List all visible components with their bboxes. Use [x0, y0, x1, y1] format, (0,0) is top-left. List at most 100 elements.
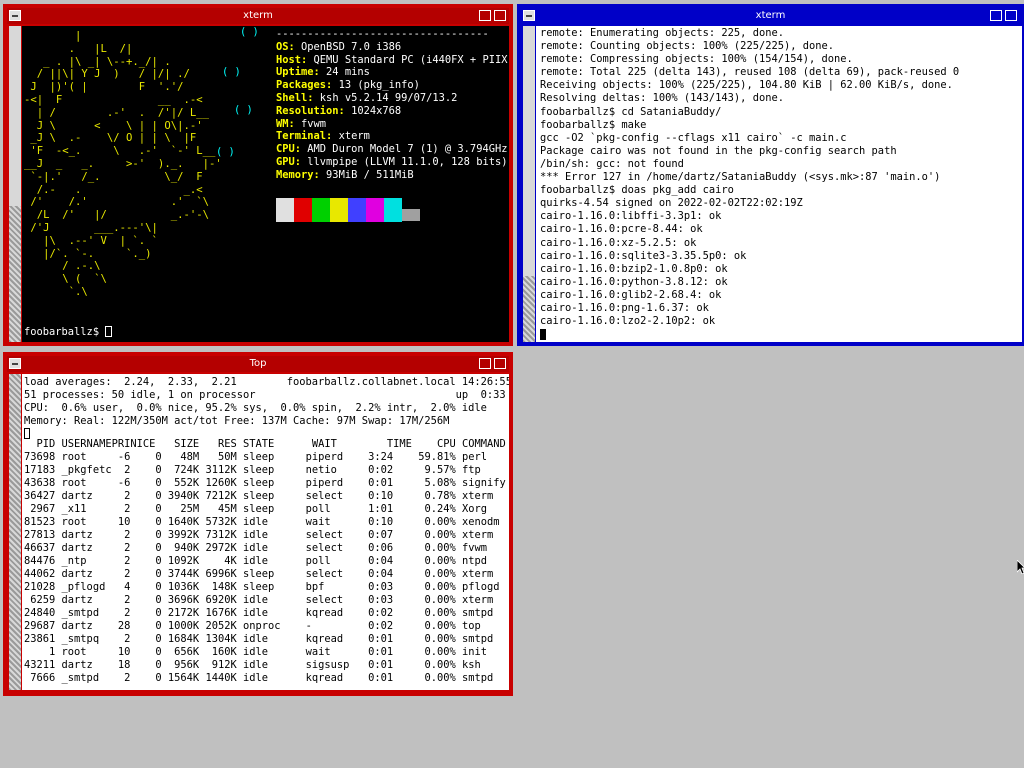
neofetch-key: Resolution:	[276, 104, 345, 117]
table-row: 46637 dartz 2 0 940K 2972K idle select 0…	[24, 542, 506, 555]
table-cell: 0.00%	[411, 529, 456, 541]
maximize-icon[interactable]	[494, 10, 506, 21]
table-cell: 7312K	[199, 529, 237, 541]
top-terminal[interactable]: load averages: 2.24, 2.33, 2.21 foobarba…	[22, 374, 509, 690]
top-summary-line: 51 processes: 50 idle, 1 on processor up…	[24, 389, 506, 401]
table-cell: 0	[130, 516, 162, 528]
color-swatch	[330, 198, 348, 222]
top-scrollbar[interactable]	[9, 374, 21, 690]
column-header: USERNAME	[55, 438, 112, 450]
table-cell: 24840	[24, 607, 56, 619]
terminal-line: cairo-1.16.0:sqlite3-3.35.5p0: ok	[540, 249, 747, 262]
table-cell: 27813	[24, 529, 56, 541]
table-row: 17183 _pkgfetc 2 0 724K 3112K sleep neti…	[24, 464, 506, 477]
minimize-icon[interactable]	[479, 358, 491, 369]
table-cell: 3940K	[161, 490, 200, 502]
window-menu-icon[interactable]	[9, 10, 21, 21]
table-cell: 0.00%	[411, 659, 456, 671]
neofetch-value: QEMU Standard PC (i440FX + PIIX	[307, 53, 508, 66]
table-cell: 2	[111, 633, 131, 645]
table-cell: 1	[24, 646, 56, 658]
table-cell: 0.00%	[411, 516, 456, 528]
table-cell: 1440K	[199, 672, 237, 684]
scrollbar-thumb[interactable]	[9, 206, 21, 342]
sparkle-2: ( )	[222, 66, 241, 78]
table-cell: 0:04	[355, 568, 394, 580]
table-cell: _pflogd	[55, 581, 112, 593]
table-cell: 0.00%	[411, 646, 456, 658]
table-cell: 0.00%	[411, 672, 456, 684]
table-cell: 0:01	[355, 477, 394, 489]
table-cell: 2	[111, 464, 131, 476]
xterm-left-window[interactable]: xterm | . |L /| _ . |\ _| \--+._/| . / |…	[3, 4, 513, 346]
table-cell: sleep	[236, 451, 287, 463]
table-cell: 5.08%	[411, 477, 456, 489]
table-cell: ksh	[455, 659, 481, 671]
top-summary-line: CPU: 0.6% user, 0.0% nice, 95.2% sys, 0.…	[24, 402, 487, 414]
table-cell: 7666	[24, 672, 56, 684]
table-cell: 1304K	[199, 633, 237, 645]
color-swatch	[366, 198, 384, 222]
table-cell: 5732K	[199, 516, 237, 528]
column-header: RES	[199, 438, 237, 450]
window-menu-icon[interactable]	[523, 10, 535, 21]
table-cell: 23861	[24, 633, 56, 645]
scrollbar-thumb[interactable]	[523, 276, 535, 342]
table-cell: root	[55, 516, 112, 528]
xterm-right-terminal[interactable]: remote: Enumerating objects: 225, done. r…	[536, 26, 1022, 342]
xterm-right-scrollbar[interactable]	[523, 26, 535, 342]
terminal-line: remote: Total 225 (delta 143), reused 10…	[540, 66, 960, 79]
table-cell: select	[286, 542, 356, 554]
table-cell: _smtpd	[55, 672, 112, 684]
terminal-line: Resolving deltas: 100% (143/143), done.	[540, 92, 784, 105]
table-cell: 1092K	[161, 555, 200, 567]
table-cell: 4	[111, 581, 131, 593]
table-cell: 0	[130, 451, 162, 463]
neofetch-value: llvmpipe (LLVM 11.1.0, 128 bits)	[301, 155, 508, 168]
table-cell: _pkgfetc	[55, 464, 112, 476]
minimize-icon[interactable]	[990, 10, 1002, 21]
xterm-right-titlebar[interactable]: xterm	[521, 8, 1020, 24]
table-cell: idle	[236, 542, 287, 554]
xterm-left-titlebar[interactable]: xterm	[7, 8, 509, 24]
neofetch-key: OS:	[276, 40, 295, 53]
color-swatch	[294, 198, 312, 222]
maximize-icon[interactable]	[1005, 10, 1017, 21]
xterm-right-window[interactable]: xterm remote: Enumerating objects: 225, …	[517, 4, 1024, 346]
table-cell: idle	[236, 516, 287, 528]
table-cell: 656K	[161, 646, 200, 658]
window-menu-icon[interactable]	[9, 358, 21, 369]
prompt-line[interactable]: foobarballz$	[24, 326, 113, 338]
top-titlebar[interactable]: Top	[7, 356, 509, 372]
table-cell: 43638	[24, 477, 56, 489]
terminal-line: remote: Counting objects: 100% (225/225)…	[540, 40, 835, 53]
xterm-left-scrollbar[interactable]	[9, 26, 21, 342]
table-cell: xterm	[455, 529, 494, 541]
table-cell: dartz	[55, 542, 112, 554]
top-window[interactable]: Top load averages: 2.24, 2.33, 2.21 foob…	[3, 352, 513, 696]
table-cell: poll	[286, 555, 356, 567]
minimize-icon[interactable]	[479, 10, 491, 21]
table-cell: fvwm	[455, 542, 488, 554]
table-cell: 2	[111, 542, 131, 554]
neofetch-key: Memory:	[276, 168, 320, 181]
column-header: COMMAND	[455, 438, 506, 450]
neofetch-info: ---------------------------------- OS: O…	[276, 28, 507, 182]
table-cell: 0:03	[355, 581, 394, 593]
table-cell: 0.24%	[411, 503, 456, 515]
xterm-left-terminal[interactable]: | . |L /| _ . |\ _| \--+._/| . / ||\| Y …	[22, 26, 509, 342]
neofetch-key: GPU:	[276, 155, 302, 168]
xterm-right-title: xterm	[755, 10, 786, 21]
color-swatch	[348, 198, 366, 222]
table-cell: dartz	[55, 620, 112, 632]
table-cell: 0:07	[355, 529, 394, 541]
table-cell: 10	[111, 516, 131, 528]
table-cell: sleep	[236, 464, 287, 476]
table-cell: 0.00%	[411, 607, 456, 619]
table-cell: idle	[236, 633, 287, 645]
sparkle-3: ( )	[234, 104, 253, 116]
terminal-line: Receiving objects: 100% (225/225), 104.8…	[540, 79, 953, 92]
maximize-icon[interactable]	[494, 358, 506, 369]
table-cell: idle	[236, 529, 287, 541]
scrollbar-thumb[interactable]	[9, 374, 21, 690]
